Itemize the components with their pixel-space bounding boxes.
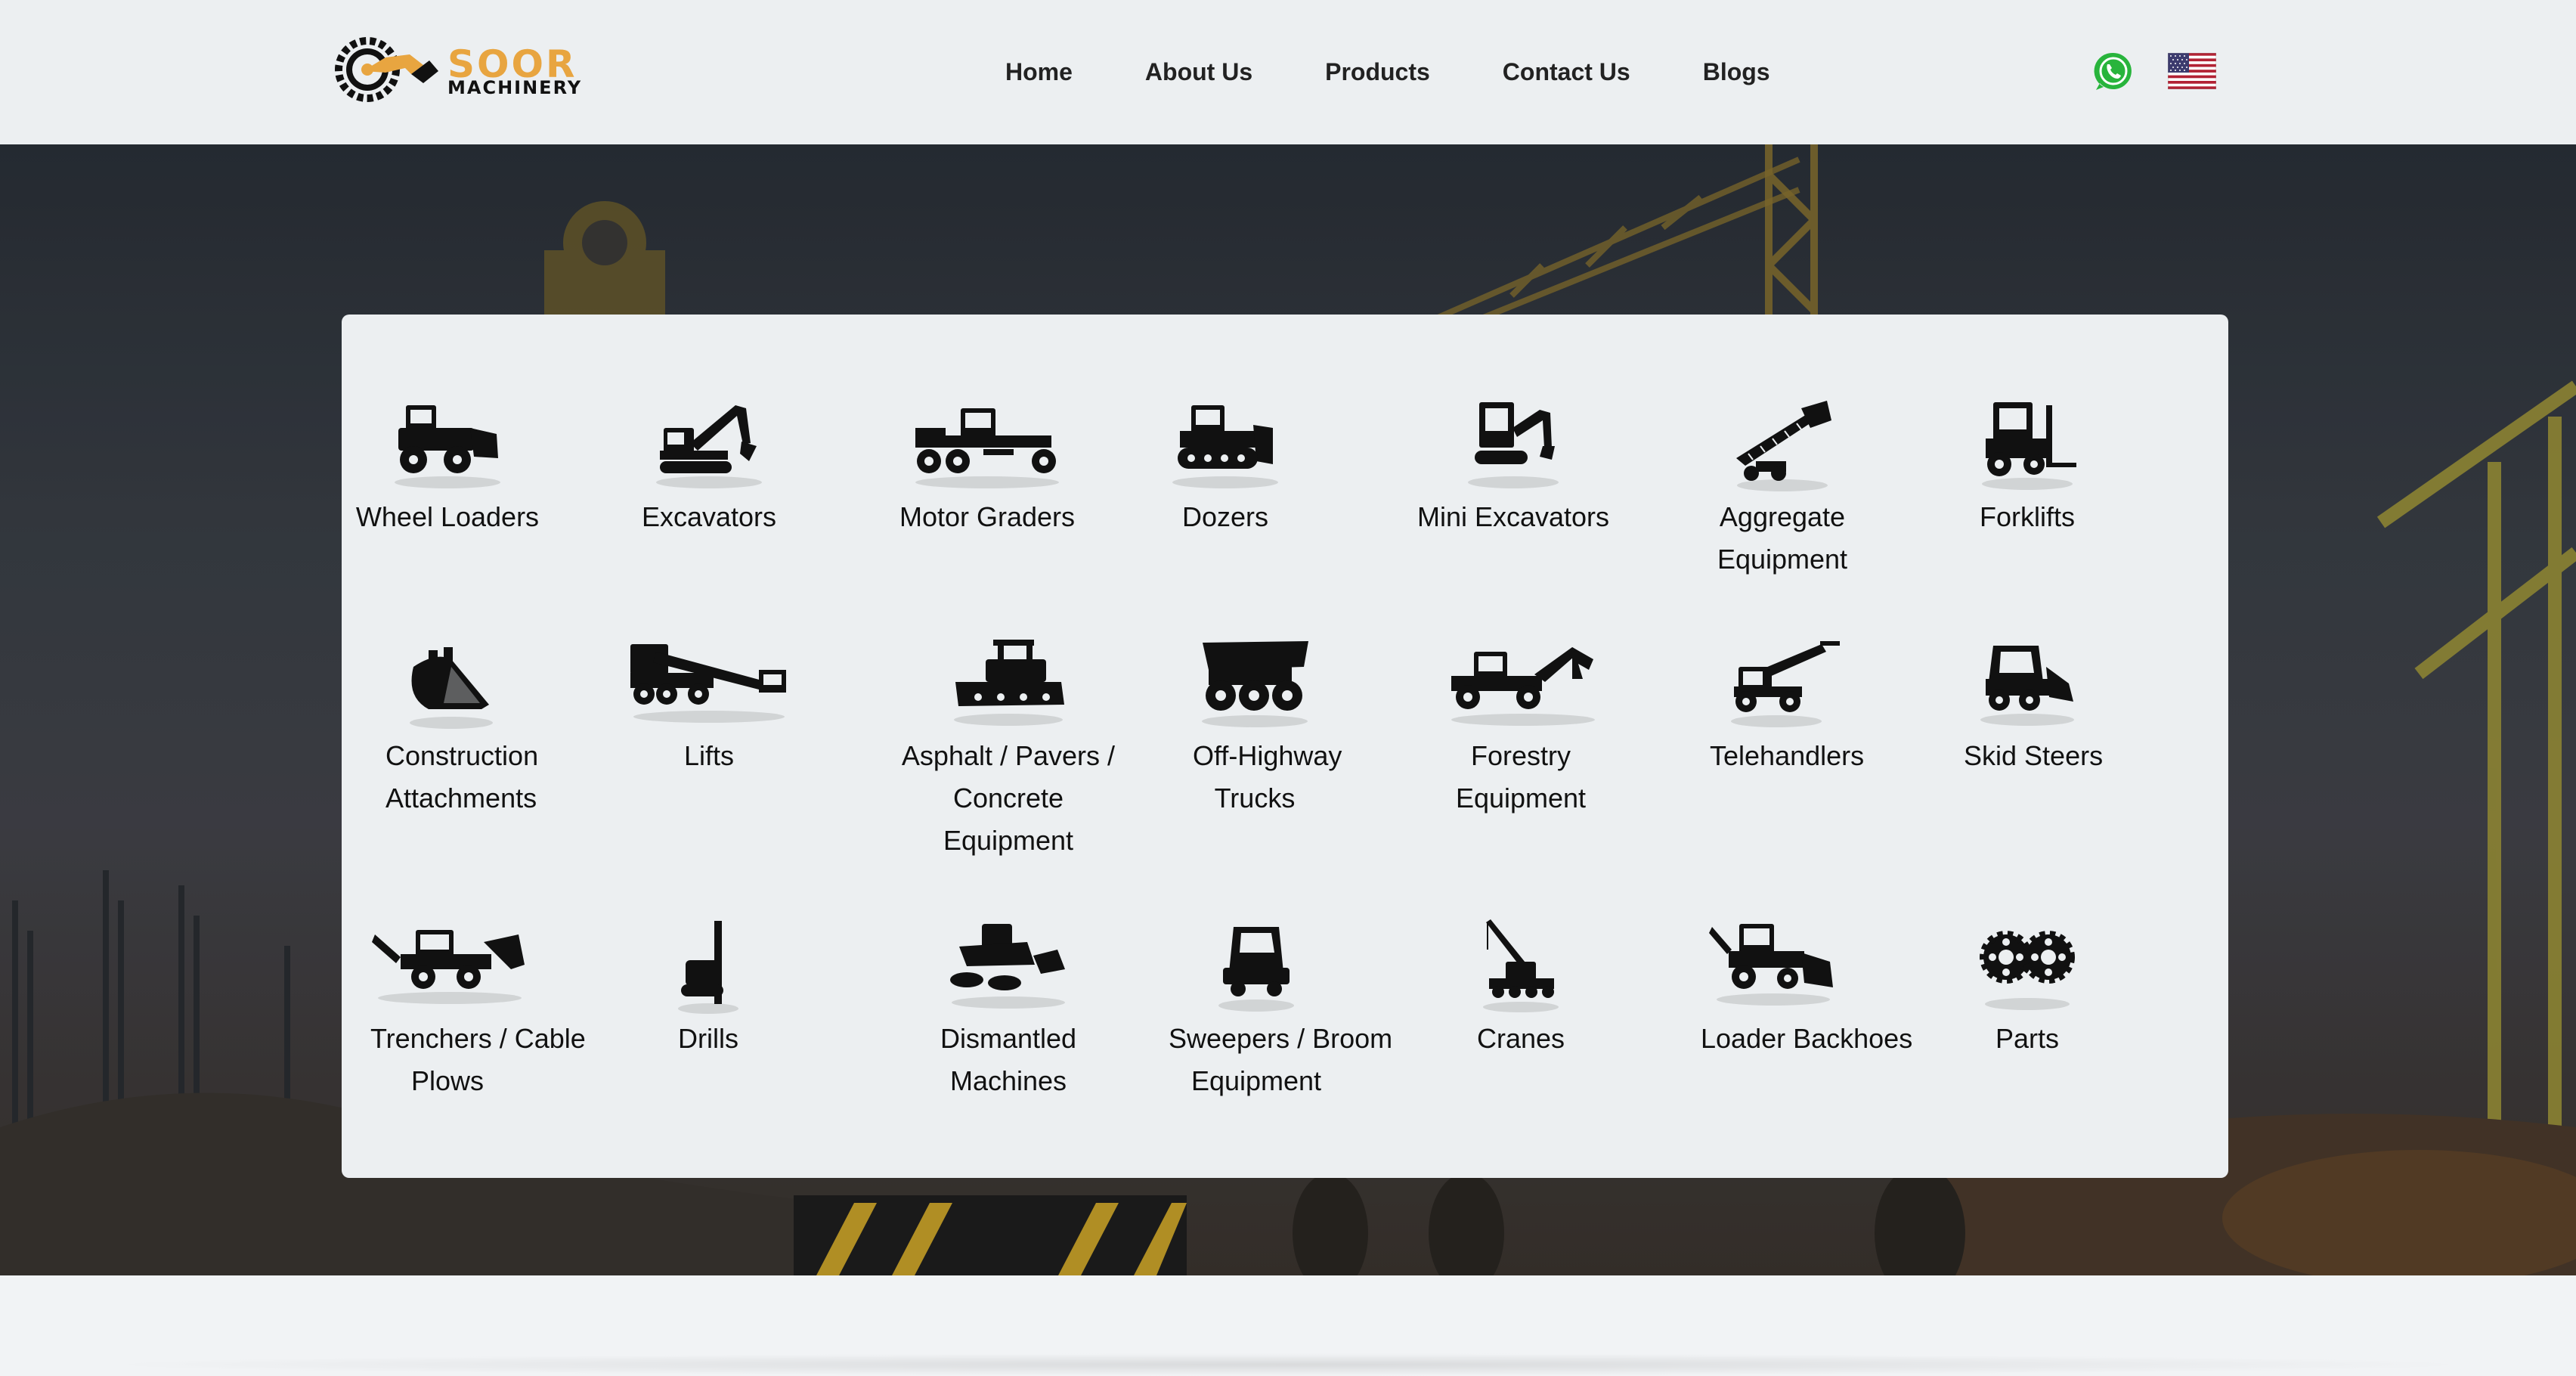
site-header: SOOR MACHINERY Home About Us Products Co… xyxy=(0,0,2576,144)
category-label-line-2: Trucks xyxy=(1214,783,1296,814)
paver-icon xyxy=(954,640,1064,726)
excavator-icon xyxy=(656,405,762,488)
excavator-gear-logo-icon xyxy=(335,37,438,102)
motor-grader-icon xyxy=(915,408,1059,488)
category-lifts[interactable]: Lifts xyxy=(626,637,792,777)
brand-name-secondary: MACHINERY xyxy=(447,77,583,98)
crane-icon xyxy=(1483,919,1559,1012)
category-label: Sweepers / Broom xyxy=(1169,1023,1393,1054)
telehandler-icon xyxy=(1731,641,1840,727)
category-drills[interactable]: Drills xyxy=(667,919,750,1060)
category-label: Forklifts xyxy=(1980,501,2075,532)
category-telehandlers[interactable]: Telehandlers xyxy=(1710,637,1865,777)
aggregate-equipment-icon xyxy=(1736,401,1831,491)
dump-truck-icon xyxy=(1202,641,1308,727)
category-label: Telehandlers xyxy=(1710,740,1865,771)
dismantled-machine-icon xyxy=(950,924,1065,1009)
category-skid-steers[interactable]: Skid Steers xyxy=(1964,637,2104,777)
boom-lift-icon xyxy=(630,644,786,723)
category-excavators[interactable]: Excavators xyxy=(626,398,792,538)
category-trenchers-cable-plows[interactable]: Trenchers / Cable Plows xyxy=(370,919,586,1102)
category-asphalt-pavers-concrete[interactable]: Asphalt / Pavers / Concrete Equipment xyxy=(895,637,1122,862)
category-dismantled-machines[interactable]: Dismantled Machines xyxy=(927,919,1090,1102)
loader-backhoe-icon xyxy=(1709,924,1833,1006)
wheel-loader-icon xyxy=(395,405,500,488)
product-categories-panel: Wheel Loaders Excavators Motor Graders D… xyxy=(342,315,2228,1178)
gears-icon xyxy=(1980,931,2075,1010)
category-motor-graders[interactable]: Motor Graders xyxy=(884,398,1090,538)
category-aggregate-equipment[interactable]: Aggregate Equipment xyxy=(1702,398,1862,581)
drill-rig-icon xyxy=(678,921,738,1014)
forestry-machine-icon xyxy=(1451,647,1595,726)
category-label: Skid Steers xyxy=(1964,740,2104,771)
section-shadow xyxy=(91,1353,2485,1376)
whatsapp-icon[interactable] xyxy=(2092,50,2135,92)
category-label-line-2: Machines xyxy=(949,1065,1067,1096)
category-label: Aggregate xyxy=(1719,501,1846,532)
nav-home[interactable]: Home xyxy=(1005,53,1073,91)
category-label: Off-Highway xyxy=(1193,740,1342,771)
category-mini-excavators[interactable]: Mini Excavators xyxy=(1409,398,1618,538)
category-sweepers-broom-equipment[interactable]: Sweepers / Broom Equipment xyxy=(1169,919,1393,1102)
category-label-line-2: Equipment xyxy=(1717,544,1848,575)
category-loader-backhoes[interactable]: Loader Backhoes xyxy=(1701,919,1913,1060)
category-forklifts[interactable]: Forklifts xyxy=(1959,398,2095,538)
category-label-line-2: Equipment xyxy=(1190,1065,1322,1096)
category-cranes[interactable]: Cranes xyxy=(1460,919,1581,1060)
skid-steer-icon xyxy=(1980,646,2074,726)
dozer-icon xyxy=(1172,405,1278,488)
category-construction-attachments[interactable]: Construction Attachments xyxy=(385,637,539,820)
category-label: Trenchers / Cable xyxy=(370,1023,586,1054)
category-label-line-2: Plows xyxy=(410,1065,485,1096)
forklift-icon xyxy=(1982,402,2076,490)
nav-products[interactable]: Products xyxy=(1325,53,1430,91)
category-label: Excavators xyxy=(641,501,777,532)
category-label: Loader Backhoes xyxy=(1701,1023,1913,1054)
category-wheel-loaders[interactable]: Wheel Loaders xyxy=(351,398,544,538)
us-flag-icon[interactable] xyxy=(2168,53,2216,89)
category-label: Cranes xyxy=(1476,1023,1565,1054)
brand-logo[interactable]: SOOR MACHINERY xyxy=(333,35,597,103)
category-label: Mini Excavators xyxy=(1416,501,1610,532)
nav-contact-us[interactable]: Contact Us xyxy=(1503,53,1630,91)
category-label: Construction xyxy=(385,740,539,771)
bucket-attachment-icon xyxy=(410,647,493,729)
category-dozers[interactable]: Dozers xyxy=(1169,398,1282,538)
nav-blogs[interactable]: Blogs xyxy=(1703,53,1770,91)
category-label: Wheel Loaders xyxy=(355,501,540,532)
category-label-line-2: Attachments xyxy=(385,783,537,814)
main-nav: Home About Us Products Contact Us Blogs xyxy=(1005,53,1770,91)
trencher-icon xyxy=(372,930,525,1004)
nav-about-us[interactable]: About Us xyxy=(1145,53,1252,91)
category-forestry-equipment[interactable]: Forestry Equipment xyxy=(1444,637,1598,820)
mini-excavator-icon xyxy=(1468,402,1559,488)
sweeper-icon xyxy=(1218,927,1294,1012)
category-label-line-2: Equipment xyxy=(1455,783,1587,814)
category-label: Drills xyxy=(678,1023,738,1054)
category-off-highway-trucks[interactable]: Off-Highway Trucks xyxy=(1193,637,1342,820)
category-label: Asphalt / Pavers / xyxy=(901,740,1116,771)
category-label-line-2: Concrete xyxy=(952,783,1064,814)
category-label: Motor Graders xyxy=(899,501,1076,532)
category-label: Dismantled xyxy=(940,1023,1077,1054)
category-label: Dozers xyxy=(1181,501,1269,532)
category-label-line-3: Equipment xyxy=(943,825,1074,856)
category-parts[interactable]: Parts xyxy=(1979,919,2076,1060)
category-label: Parts xyxy=(1995,1023,2060,1054)
category-label: Forestry xyxy=(1470,740,1571,771)
category-label: Lifts xyxy=(683,740,735,771)
